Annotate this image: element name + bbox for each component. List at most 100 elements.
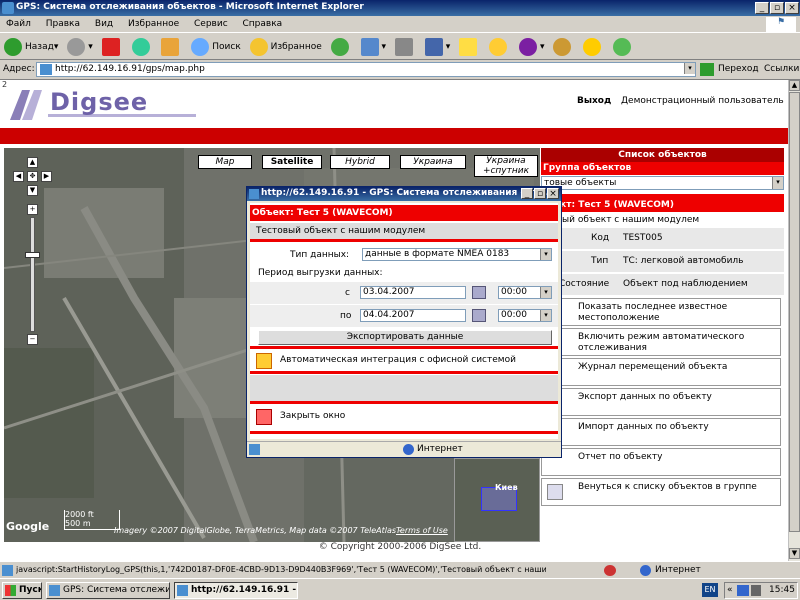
close-window-link[interactable]: Закрыть окно <box>280 411 345 421</box>
action-back-to-list[interactable]: Венуться к списку объектов в группе <box>541 478 781 506</box>
refresh-button[interactable] <box>131 34 153 60</box>
zoom-out-icon[interactable]: − <box>27 334 38 345</box>
pan-down-icon[interactable]: ▼ <box>27 185 38 196</box>
to-time-select[interactable]: 00:00 ▾ <box>498 309 552 322</box>
people-icon <box>613 38 632 56</box>
pan-left-icon[interactable]: ◀ <box>13 171 24 182</box>
minimize-button[interactable]: _ <box>755 2 769 14</box>
export-data-button[interactable]: Экспортировать данные <box>258 330 552 345</box>
object-list-header[interactable]: Список объектов <box>541 148 784 162</box>
group-select[interactable]: товые объекты ▾ <box>541 176 784 190</box>
to-time-value: 00:00 <box>501 310 527 320</box>
star-add-icon <box>489 38 508 56</box>
star-icon <box>249 38 268 56</box>
integration-link[interactable]: Автоматическая интеграция с офисной сист… <box>280 355 516 365</box>
history-button[interactable] <box>330 34 352 60</box>
to-calendar-icon[interactable] <box>472 309 486 322</box>
address-input[interactable]: http://62.149.16.91/gps/map.php ▾ <box>36 62 696 77</box>
action-import-data[interactable]: Импорт данных по объекту <box>541 418 781 446</box>
menu-edit[interactable]: Правка <box>46 19 80 29</box>
action-show-last-location[interactable]: Показать последнее известное местоположе… <box>541 298 781 326</box>
popup-minimize-button[interactable]: _ <box>521 188 533 199</box>
from-time-dropdown-icon[interactable]: ▾ <box>540 287 551 298</box>
from-date-input[interactable]: 03.04.2007 <box>360 286 466 299</box>
page-marker: 2 <box>2 80 8 89</box>
pan-center-icon[interactable]: ✥ <box>27 171 38 182</box>
language-indicator[interactable]: EN <box>702 583 718 597</box>
search-button[interactable]: Поиск <box>191 34 241 60</box>
go-button[interactable]: Переход <box>718 64 759 74</box>
map-type-map[interactable]: Map <box>198 155 252 169</box>
status-text: javascript:StartHistoryLog_GPS(this,1,'7… <box>16 565 546 574</box>
overview-map[interactable]: Киев <box>454 458 540 542</box>
yahoo-button[interactable]: ▾ <box>518 34 544 60</box>
links-button[interactable]: Ссылки <box>764 64 799 74</box>
tray-network-icon[interactable] <box>737 585 749 596</box>
copyright: © Copyright 2000-2006 DigSee Ltd. <box>318 542 482 552</box>
close-button[interactable]: × <box>785 2 799 14</box>
pan-up-icon[interactable]: ▲ <box>27 157 38 168</box>
action-movement-log[interactable]: Журнал перемещений объекта <box>541 358 781 386</box>
forward-button[interactable]: ▾ <box>67 34 93 60</box>
mail-button[interactable]: ▾ <box>360 34 386 60</box>
clock[interactable]: 15:45 <box>769 585 795 595</box>
map-type-satellite[interactable]: Satellite <box>262 155 322 169</box>
address-dropdown-icon[interactable]: ▾ <box>684 63 695 74</box>
messenger-icon <box>553 38 572 56</box>
scroll-down-icon[interactable]: ▼ <box>789 548 800 559</box>
from-calendar-icon[interactable] <box>472 286 486 299</box>
action-auto-tracking[interactable]: Включить режим автоматического отслежива… <box>541 328 781 356</box>
note-button[interactable] <box>459 34 480 60</box>
menu-help[interactable]: Справка <box>243 19 283 29</box>
to-time-dropdown-icon[interactable]: ▾ <box>540 310 551 321</box>
taskbar-item-popup[interactable]: http://62.149.16.91 - ... <box>174 582 298 599</box>
map-type-hybrid[interactable]: Hybrid <box>330 155 390 169</box>
home-button[interactable] <box>161 34 182 60</box>
edit-button[interactable]: ▾ <box>424 34 450 60</box>
scroll-thumb[interactable] <box>789 92 800 532</box>
scroll-up-icon[interactable]: ▲ <box>789 80 800 91</box>
action-export-data[interactable]: Экспорт данных по объекту <box>541 388 781 416</box>
print-button[interactable] <box>394 34 416 60</box>
action-report[interactable]: Отчет по объекту <box>541 448 781 476</box>
popup-close-button[interactable]: × <box>547 188 559 199</box>
data-type-select[interactable]: данные в формате NMEA 0183 ▾ <box>362 248 552 261</box>
popup-maximize-button[interactable]: ▫ <box>534 188 546 199</box>
maximize-button[interactable]: ▫ <box>770 2 784 14</box>
favorite-add-button[interactable] <box>489 34 510 60</box>
start-button[interactable]: Пуск <box>2 582 42 599</box>
group-select-dropdown-icon[interactable]: ▾ <box>772 177 783 189</box>
favorites-button[interactable]: Избранное <box>249 34 322 60</box>
from-time-select[interactable]: 00:00 ▾ <box>498 286 552 299</box>
export-popup-window[interactable]: http://62.149.16.91 - GPS: Система отсле… <box>246 186 562 458</box>
status-security-icon <box>604 565 616 576</box>
data-type-dropdown-icon[interactable]: ▾ <box>540 249 551 260</box>
popup-object-header: Объект: Тест 5 (WAVECOM) <box>250 205 558 221</box>
messenger-button[interactable] <box>553 34 574 60</box>
people-button[interactable] <box>613 34 634 60</box>
map-type-ukraine-satellite[interactable]: Украина +спутник <box>474 155 538 177</box>
to-date-input[interactable]: 04.04.2007 <box>360 309 466 322</box>
overview-label: Киев <box>495 483 518 492</box>
menu-favorites[interactable]: Избранное <box>128 19 179 29</box>
tray-expand-icon[interactable]: « <box>727 585 733 595</box>
map-type-ukraine[interactable]: Украина <box>400 155 466 169</box>
taskbar-item-gps[interactable]: GPS: Система отслежив... <box>46 582 170 599</box>
tray-volume-icon[interactable] <box>751 585 761 596</box>
back-button[interactable]: Назад ▾ <box>4 34 58 60</box>
stop-button[interactable] <box>101 34 123 60</box>
zoom-slider-thumb[interactable] <box>25 252 40 258</box>
menu-tools[interactable]: Сервис <box>194 19 228 29</box>
exit-link[interactable]: Выход <box>577 96 611 106</box>
smiley-button[interactable] <box>583 34 604 60</box>
zoom-in-icon[interactable]: + <box>27 204 38 215</box>
menu-view[interactable]: Вид <box>95 19 113 29</box>
scale-ft: 2000 ft <box>65 510 94 519</box>
terms-of-use-link[interactable]: Terms of Use <box>396 526 448 535</box>
page-scrollbar[interactable]: ▲ ▼ <box>788 80 800 561</box>
menu-file[interactable]: Файл <box>6 19 31 29</box>
mail-icon <box>360 38 379 56</box>
zoom-slider-track[interactable] <box>30 217 35 332</box>
popup-title-bar[interactable]: http://62.149.16.91 - GPS: Система отсле… <box>247 187 561 201</box>
pan-right-icon[interactable]: ▶ <box>41 171 52 182</box>
